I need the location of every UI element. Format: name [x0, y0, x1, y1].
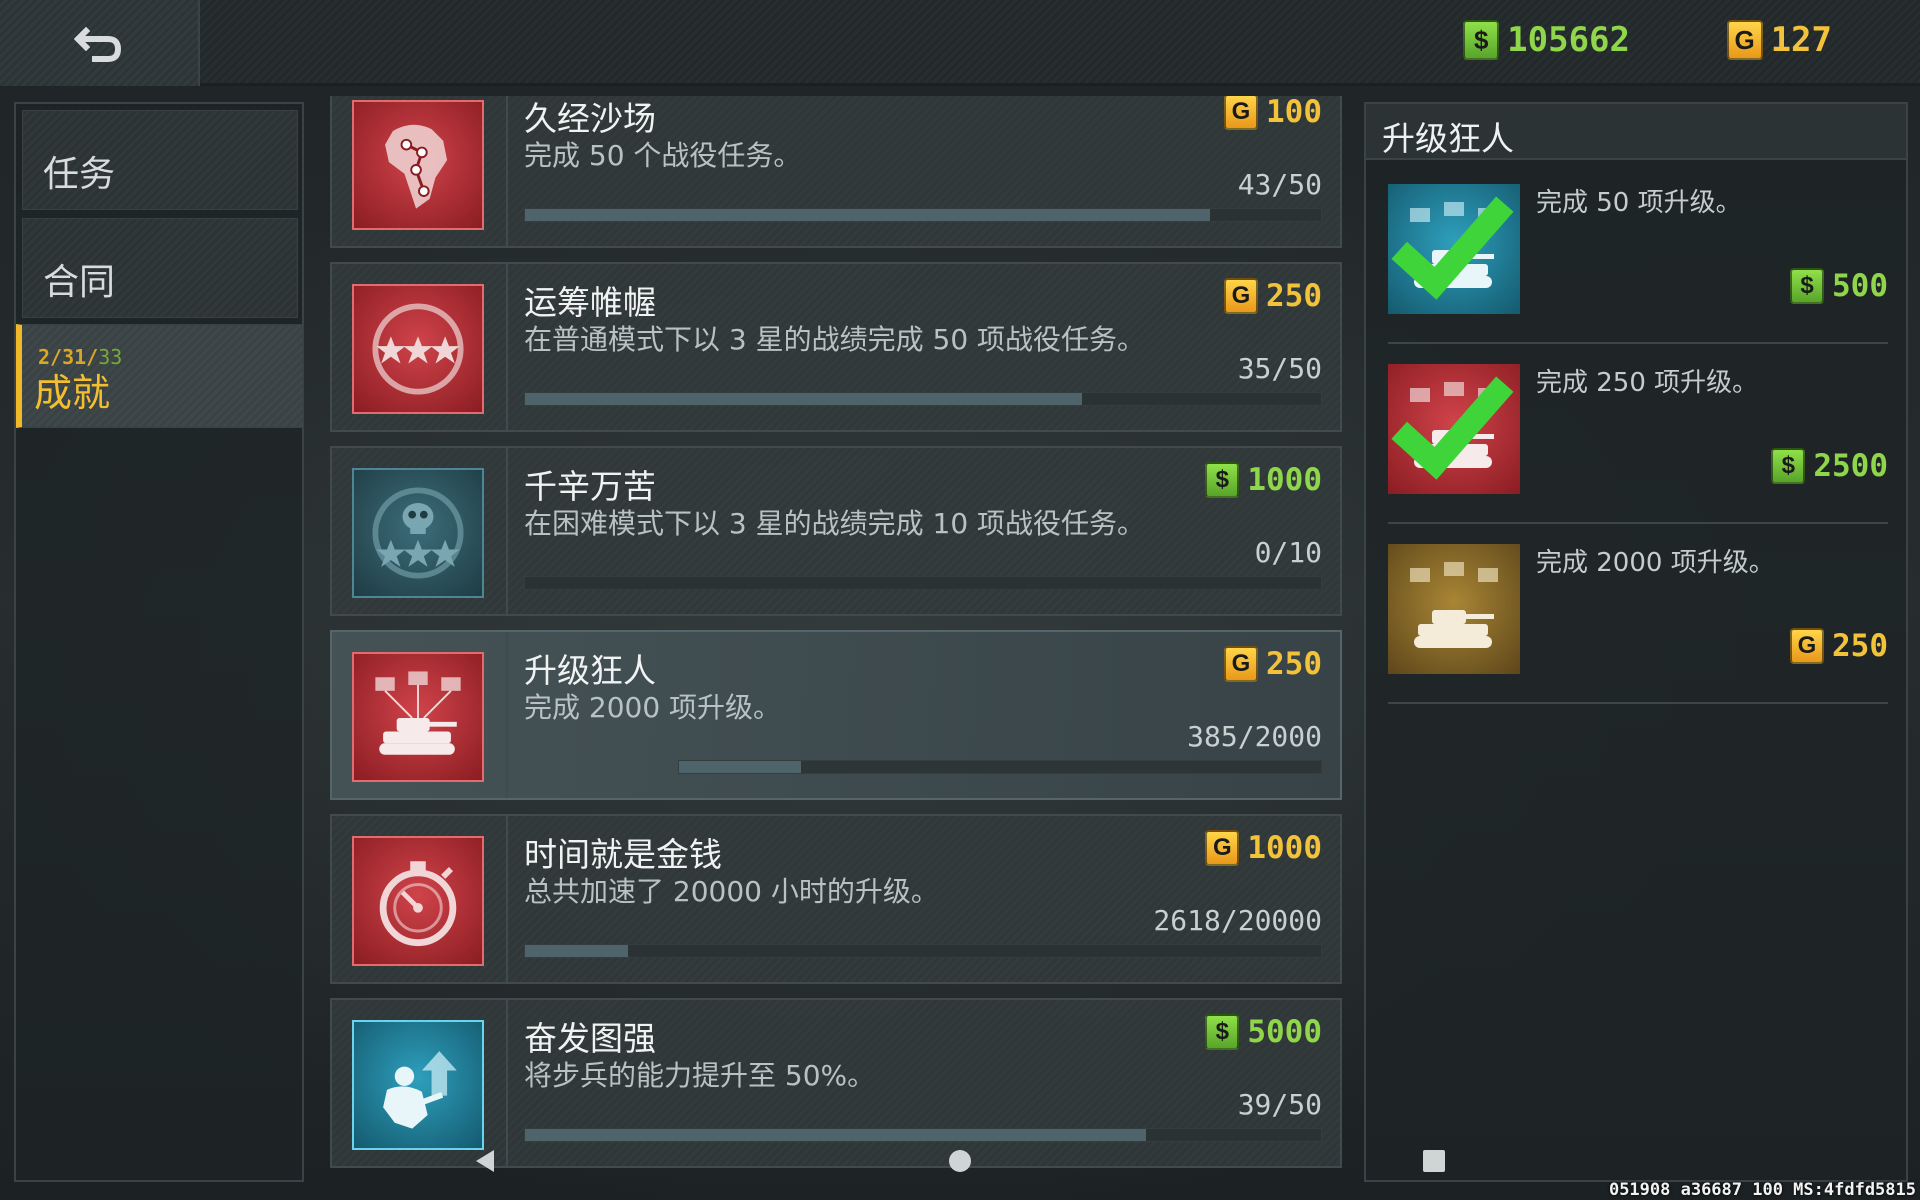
- achievement-card[interactable]: 时间就是金钱 总共加速了 20000 小时的升级。 G 1000 2618/200…: [330, 814, 1342, 984]
- tier-desc: 完成 50 项升级。: [1536, 188, 1742, 218]
- achievement-card-selected[interactable]: 升级狂人 完成 2000 项升级。 G 250 385/2000: [330, 630, 1342, 800]
- achievement-title: 升级狂人: [524, 651, 656, 690]
- dollar-icon: $: [1205, 1014, 1240, 1050]
- achievement-progress-text: 2618/20000: [1153, 904, 1322, 937]
- tier-desc: 完成 2000 项升级。: [1536, 548, 1775, 578]
- achievement-reward: G 250: [1224, 646, 1322, 682]
- three-stars-icon: [352, 284, 484, 414]
- progress-bar: [524, 1128, 1322, 1142]
- soldier-upgrade-icon: [352, 1020, 484, 1150]
- back-arrow-icon: [74, 26, 122, 62]
- tank-upgrade-icon: [1388, 364, 1520, 494]
- progress-bar: [524, 576, 1322, 590]
- achievement-reward: $5000: [1205, 1014, 1322, 1050]
- dollar-icon: $: [1463, 20, 1500, 60]
- progress-bar: [678, 760, 1322, 774]
- achievement-title: 时间就是金钱: [524, 835, 722, 874]
- achievement-desc: 在困难模式下以 3 星的战绩完成 10 项战役任务。: [524, 507, 1146, 540]
- achievement-desc: 总共加速了 20000 小时的升级。: [524, 875, 939, 908]
- achievement-progress-text: 385/2000: [1187, 720, 1322, 753]
- progress-fill: [525, 209, 1210, 221]
- achievement-reward: G 250: [1224, 278, 1322, 314]
- tier-desc: 完成 250 项升级。: [1536, 368, 1759, 398]
- dollar-icon: $: [1790, 268, 1824, 304]
- achievement-card[interactable]: 千辛万苦 在困难模式下以 3 星的战绩完成 10 项战役任务。 $1000 0/…: [330, 446, 1342, 616]
- achievement-card[interactable]: 久经沙场 完成 50 个战役任务。 G 100 43/50: [330, 96, 1342, 248]
- progress-fill: [679, 761, 801, 773]
- achievement-reward: G 100: [1224, 96, 1322, 130]
- progress-fill: [525, 945, 629, 957]
- gold-coin-icon: G: [1224, 646, 1258, 682]
- achievement-desc: 完成 2000 项升级。: [524, 691, 782, 724]
- dollar-icon: $: [1205, 462, 1240, 498]
- achievement-desc: 将步兵的能力提升至 50%。: [524, 1059, 876, 1092]
- gold-balance: G 127: [1726, 20, 1832, 60]
- detail-title: 升级狂人: [1382, 119, 1514, 158]
- checkmark-icon: [1391, 196, 1514, 300]
- tank-upgrade-icon: [1388, 544, 1520, 674]
- progress-bar: [524, 208, 1322, 222]
- tank-upgrade-icon: [1388, 184, 1520, 314]
- tier-reward: $2500: [1771, 448, 1888, 484]
- tier-reward: G 250: [1790, 628, 1888, 664]
- reward-tier: 完成 250 项升级。 $2500: [1388, 344, 1888, 524]
- achievement-progress-text: 35/50: [1237, 352, 1322, 385]
- top-bar: $ 105662 G 127: [0, 0, 1920, 86]
- skull-stars-icon: [352, 468, 484, 598]
- stopwatch-icon: [352, 836, 484, 966]
- achievement-title: 千辛万苦: [524, 467, 656, 506]
- nav-back-icon[interactable]: [472, 1148, 498, 1174]
- nav-home-icon[interactable]: [947, 1148, 973, 1174]
- cash-balance: $ 105662: [1463, 20, 1630, 60]
- gold-coin-icon: G: [1790, 628, 1824, 664]
- build-info: 051908 a36687 100 MS:4fdfd5815: [1608, 1180, 1916, 1200]
- achievement-reward: $1000: [1205, 462, 1322, 498]
- achievement-card[interactable]: 奋发图强 将步兵的能力提升至 50%。 $5000 39/50: [330, 998, 1342, 1168]
- tier-reward: $500: [1790, 268, 1888, 304]
- africa-map-icon: [352, 100, 484, 230]
- gold-value: 127: [1770, 20, 1832, 60]
- tank-upgrade-icon: [352, 652, 484, 782]
- achievement-title: 运筹帷幄: [524, 283, 656, 322]
- gold-coin-icon: G: [1205, 830, 1240, 866]
- achievement-detail-panel: 升级狂人 完成 50 项升级。 $500 完成 250 项升级。 $2500 完…: [1364, 102, 1908, 1182]
- detail-header: 升级狂人: [1366, 104, 1906, 160]
- progress-fill: [525, 393, 1083, 405]
- tab-contracts[interactable]: 合同: [22, 218, 298, 318]
- tab-achievements[interactable]: 2/31/33 成就: [16, 324, 304, 428]
- gold-coin-icon: G: [1224, 96, 1258, 130]
- achievement-desc: 在普通模式下以 3 星的战绩完成 50 项战役任务。: [524, 323, 1146, 356]
- tab-label: 成就: [34, 371, 111, 415]
- achievement-reward: G 1000: [1205, 830, 1322, 866]
- tab-missions[interactable]: 任务: [22, 110, 298, 210]
- category-sidebar: 任务 合同 2/31/33 成就: [14, 102, 304, 1182]
- progress-bar: [524, 392, 1322, 406]
- achievement-list[interactable]: 久经沙场 完成 50 个战役任务。 G 100 43/50 运筹帷幄 在普通模式下…: [330, 96, 1342, 1180]
- achievement-card[interactable]: 运筹帷幄 在普通模式下以 3 星的战绩完成 50 项战役任务。 G 250 35/…: [330, 262, 1342, 432]
- dollar-icon: $: [1771, 448, 1806, 484]
- progress-fill: [525, 1129, 1146, 1141]
- tab-label: 任务: [43, 154, 116, 195]
- tab-label: 合同: [43, 262, 116, 303]
- achievement-progress-text: 0/10: [1254, 536, 1322, 569]
- achievement-title: 奋发图强: [524, 1019, 656, 1058]
- cash-value: 105662: [1507, 20, 1630, 60]
- nav-recents-icon[interactable]: [1421, 1148, 1447, 1174]
- back-button[interactable]: [0, 0, 200, 86]
- gold-coin-icon: G: [1224, 278, 1258, 314]
- checkmark-icon: [1391, 376, 1514, 480]
- achievement-progress-text: 39/50: [1237, 1088, 1322, 1121]
- reward-tier: 完成 50 项升级。 $500: [1388, 164, 1888, 344]
- reward-tier: 完成 2000 项升级。 G 250: [1388, 524, 1888, 704]
- achievement-progress-text: 43/50: [1237, 168, 1322, 201]
- gold-coin-icon: G: [1726, 20, 1763, 60]
- achievement-desc: 完成 50 个战役任务。: [524, 139, 802, 172]
- progress-bar: [524, 944, 1322, 958]
